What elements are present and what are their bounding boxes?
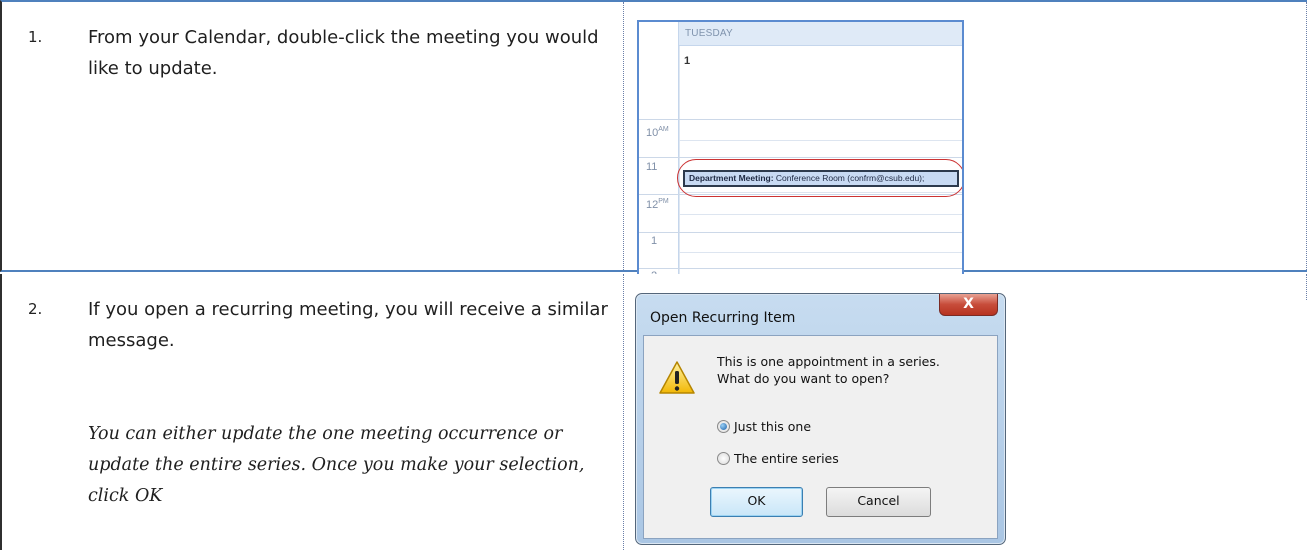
warning-icon <box>659 361 695 394</box>
dialog-message: This is one appointment in a series. Wha… <box>717 354 940 386</box>
day-number: 1 <box>684 55 691 67</box>
step-number: 1. <box>28 28 43 46</box>
dialog-body: This is one appointment in a series. Wha… <box>643 335 998 539</box>
time-column <box>639 22 679 274</box>
calendar-screenshot: TUESDAY 1 10AM 11 12PM 1 2 Department Me… <box>637 20 964 274</box>
step-text: If you open a recurring meeting, you wil… <box>88 299 608 351</box>
day-header: TUESDAY <box>679 22 962 46</box>
option-just-this-one[interactable]: Just this one <box>717 419 811 434</box>
step-text: From your Calendar, double-click the mee… <box>88 27 599 79</box>
dialog-title: Open Recurring Item <box>650 310 796 326</box>
ok-button[interactable]: OK <box>710 487 803 517</box>
step-note: You can either update the one meeting oc… <box>88 424 585 506</box>
hour-label: 1 <box>651 235 658 247</box>
step-row-1: 1. From your Calendar, double-click the … <box>0 0 1307 274</box>
close-button[interactable]: X <box>939 294 998 316</box>
hour-label: 11 <box>646 161 658 173</box>
radio-selected-icon[interactable] <box>717 420 730 433</box>
hour-label: 12PM <box>646 198 669 211</box>
highlight-oval <box>677 159 962 197</box>
option-entire-series[interactable]: The entire series <box>717 451 839 466</box>
cancel-button[interactable]: Cancel <box>826 487 931 517</box>
step-number: 2. <box>28 300 43 318</box>
hour-label: 10AM <box>646 126 669 139</box>
column-divider <box>623 2 624 270</box>
radio-icon[interactable] <box>717 452 730 465</box>
recurring-item-dialog: Open Recurring Item X This is one appoin… <box>635 293 1006 545</box>
